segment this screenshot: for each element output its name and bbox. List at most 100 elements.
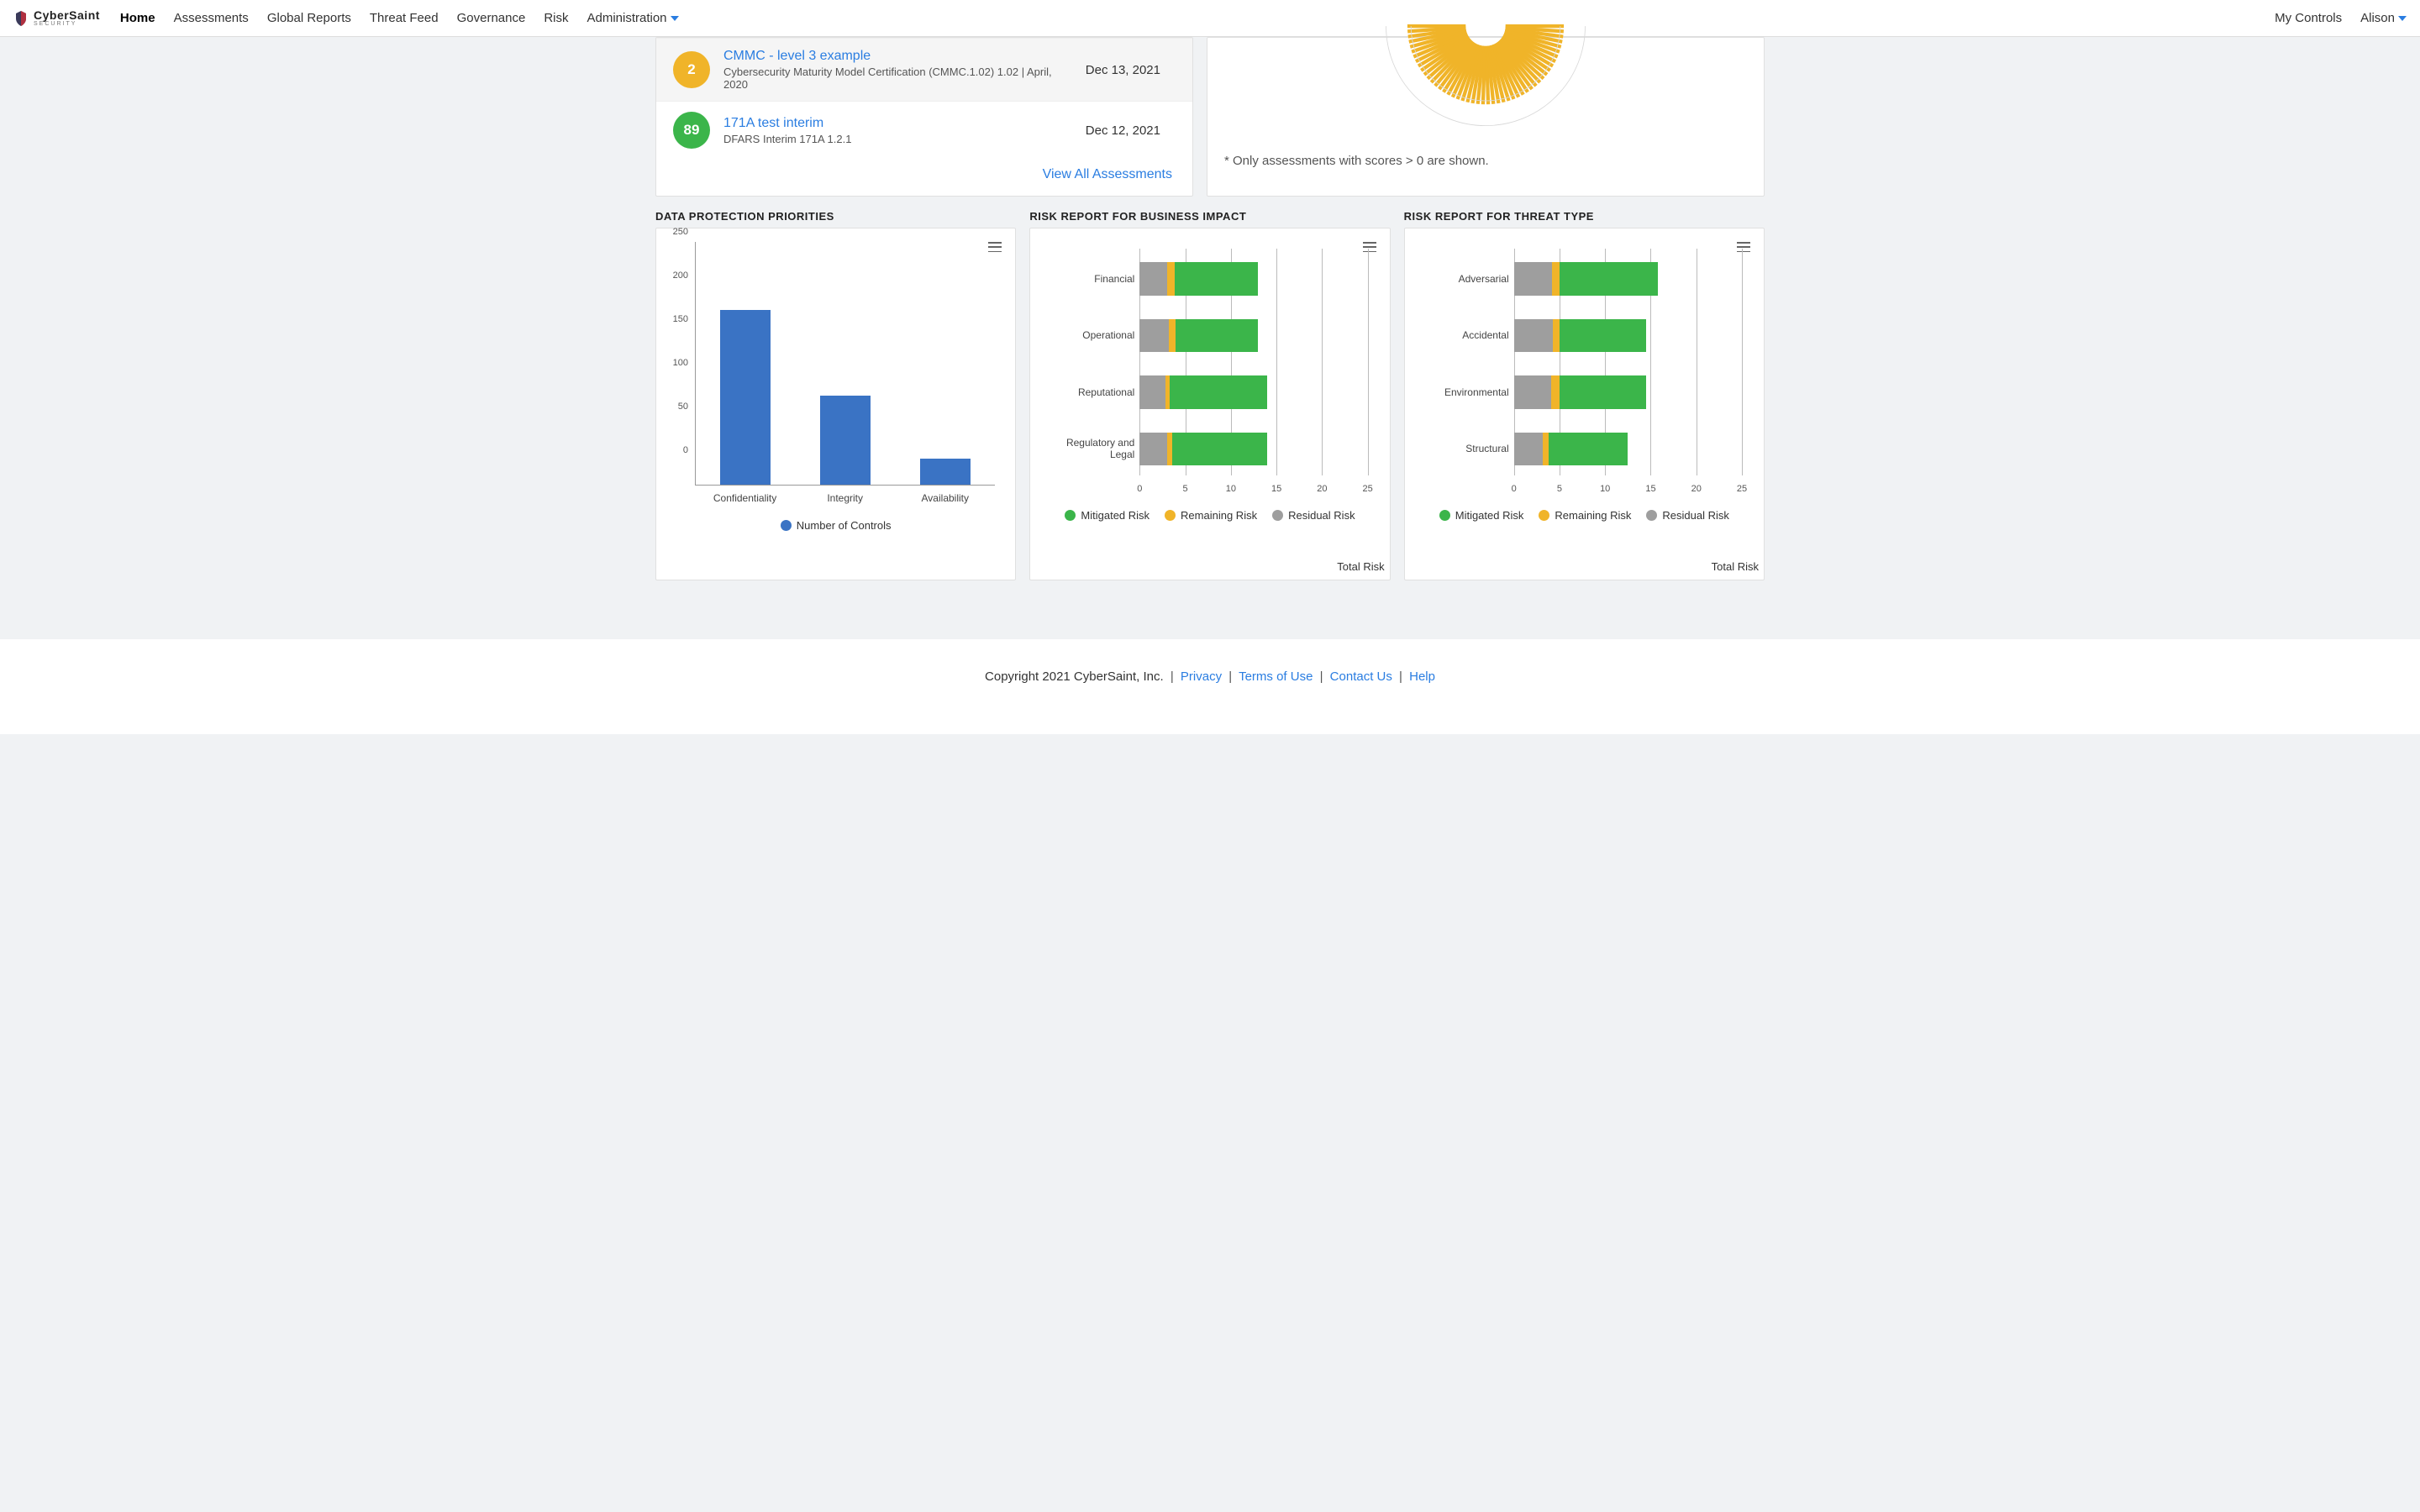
footer-privacy-link[interactable]: Privacy xyxy=(1181,669,1222,684)
nav-user-menu[interactable]: Alison xyxy=(2360,11,2407,25)
nav-threat-feed[interactable]: Threat Feed xyxy=(370,11,439,25)
chart-card-threat-type: 0 5 10 15 20 25 Adversarial Accidental Environme… xyxy=(1404,228,1765,580)
x-axis-label: Total Risk xyxy=(1712,560,1759,573)
bar-segment xyxy=(1560,262,1658,296)
category-label: Financial xyxy=(1047,273,1134,285)
nav-home[interactable]: Home xyxy=(120,11,155,25)
brand-name: CyberSaint xyxy=(34,9,100,21)
x-axis-label: Total Risk xyxy=(1337,560,1384,573)
chart-title-threat-type: RISK REPORT FOR THREAT TYPE xyxy=(1404,210,1765,223)
x-tick-label: 25 xyxy=(1737,484,1747,494)
nav-governance[interactable]: Governance xyxy=(457,11,526,25)
brand-logo: CyberSaint SECURITY xyxy=(13,9,100,28)
bar-segment xyxy=(1560,319,1646,353)
x-tick-label: 10 xyxy=(1226,484,1236,494)
chart-legend: Mitigated RiskRemaining RiskResidual Ris… xyxy=(1042,509,1377,522)
chart-card-business-impact: 0 5 10 15 20 25 Financial Operational Reputation… xyxy=(1029,228,1390,580)
category-label: Reputational xyxy=(1047,386,1134,398)
x-tick-label: 15 xyxy=(1645,484,1655,494)
assessment-title-link[interactable]: CMMC - level 3 example xyxy=(723,49,1072,64)
category-label: Accidental xyxy=(1422,329,1509,341)
nav-my-controls[interactable]: My Controls xyxy=(2275,11,2342,25)
bar xyxy=(820,396,871,485)
bar xyxy=(920,459,971,485)
footer-help-link[interactable]: Help xyxy=(1409,669,1435,684)
x-tick-label: Confidentiality xyxy=(713,492,776,504)
bar-segment xyxy=(1169,319,1176,353)
hbar-chart-threat: 0 5 10 15 20 25 Adversarial Accidental Environme… xyxy=(1422,249,1747,501)
sunburst-panel: * Only assessments with scores > 0 are s… xyxy=(1207,37,1765,197)
bar-chart: 050100150200250ConfidentialityIntegrityA… xyxy=(692,242,995,511)
bar-segment xyxy=(1549,433,1628,466)
assessment-date: Dec 13, 2021 xyxy=(1086,63,1176,77)
bar-segment xyxy=(1175,262,1259,296)
view-all-assessments-link[interactable]: View All Assessments xyxy=(1043,167,1172,181)
chevron-down-icon xyxy=(671,16,679,21)
bar-segment xyxy=(1139,433,1167,466)
shield-icon xyxy=(13,9,29,28)
category-label: Operational xyxy=(1047,329,1134,341)
chart-title-business-impact: RISK REPORT FOR BUSINESS IMPACT xyxy=(1029,210,1390,223)
legend-item: Remaining Risk xyxy=(1539,509,1631,522)
bar-segment xyxy=(1139,319,1169,353)
top-navbar: CyberSaint SECURITY Home Assessments Glo… xyxy=(0,0,2420,37)
legend-item: Mitigated Risk xyxy=(1439,509,1524,522)
nav-assessments[interactable]: Assessments xyxy=(174,11,249,25)
x-tick-label: Availability xyxy=(922,492,969,504)
category-label: Structural xyxy=(1422,443,1509,454)
nav-administration[interactable]: Administration xyxy=(587,11,678,25)
x-tick-label: 0 xyxy=(1137,484,1142,494)
assessments-panel: 2CMMC - level 3 exampleCybersecurity Mat… xyxy=(655,37,1193,197)
bar xyxy=(720,310,771,485)
bar-segment xyxy=(1514,319,1554,353)
bar-segment xyxy=(1553,319,1560,353)
bar-segment xyxy=(1167,433,1173,466)
x-tick-label: 5 xyxy=(1183,484,1188,494)
x-tick-label: 20 xyxy=(1691,484,1702,494)
x-tick-label: 15 xyxy=(1271,484,1281,494)
nav-links: Home Assessments Global Reports Threat F… xyxy=(120,11,679,25)
assessment-title-link[interactable]: 171A test interim xyxy=(723,116,1072,131)
hbar-chart-business: 0 5 10 15 20 25 Financial Operational Reputation… xyxy=(1047,249,1372,501)
bar-segment xyxy=(1560,375,1646,409)
bar-segment xyxy=(1552,262,1560,296)
x-tick-label: 0 xyxy=(1512,484,1517,494)
chevron-down-icon xyxy=(2398,16,2407,21)
footer-copyright: Copyright 2021 CyberSaint, Inc. xyxy=(985,669,1164,684)
score-badge: 89 xyxy=(673,112,710,149)
bar-segment xyxy=(1543,433,1549,466)
bar-segment xyxy=(1139,262,1167,296)
assessment-row[interactable]: 2CMMC - level 3 exampleCybersecurity Mat… xyxy=(656,38,1192,101)
assessment-subtitle: DFARS Interim 171A 1.2.1 xyxy=(723,133,1072,145)
x-tick-label: Integrity xyxy=(827,492,863,504)
legend-item: Mitigated Risk xyxy=(1065,509,1150,522)
nav-global-reports[interactable]: Global Reports xyxy=(267,11,351,25)
bar-segment xyxy=(1167,262,1175,296)
category-label: Adversarial xyxy=(1422,273,1509,285)
bar-segment xyxy=(1514,433,1544,466)
chart-title-data-protection: DATA PROTECTION PRIORITIES xyxy=(655,210,1016,223)
footer-contact-link[interactable]: Contact Us xyxy=(1330,669,1392,684)
bar-segment xyxy=(1170,375,1267,409)
chart-card-data-protection: 050100150200250ConfidentialityIntegrityA… xyxy=(655,228,1016,580)
x-tick-label: 25 xyxy=(1363,484,1373,494)
nav-right: My Controls Alison xyxy=(2275,11,2407,25)
category-label: Environmental xyxy=(1422,386,1509,398)
bar-segment xyxy=(1176,319,1259,353)
bar-segment xyxy=(1551,375,1560,409)
nav-risk[interactable]: Risk xyxy=(544,11,568,25)
assessment-subtitle: Cybersecurity Maturity Model Certificati… xyxy=(723,66,1072,91)
x-tick-label: 5 xyxy=(1557,484,1562,494)
chart-legend: Number of Controls xyxy=(668,519,1003,532)
x-tick-label: 10 xyxy=(1600,484,1610,494)
bar-segment xyxy=(1172,433,1267,466)
x-tick-label: 20 xyxy=(1317,484,1327,494)
sunburst-footnote: * Only assessments with scores > 0 are s… xyxy=(1224,154,1747,168)
legend-item: Number of Controls xyxy=(781,519,892,532)
bar-segment xyxy=(1139,375,1165,409)
footer-terms-link[interactable]: Terms of Use xyxy=(1239,669,1313,684)
legend-item: Residual Risk xyxy=(1272,509,1355,522)
assessment-row[interactable]: 89 171A test interim DFARS Interim 171A 1.… xyxy=(656,101,1192,159)
assessment-date: Dec 12, 2021 xyxy=(1086,123,1176,138)
chart-legend: Mitigated RiskRemaining RiskResidual Ris… xyxy=(1417,509,1752,522)
